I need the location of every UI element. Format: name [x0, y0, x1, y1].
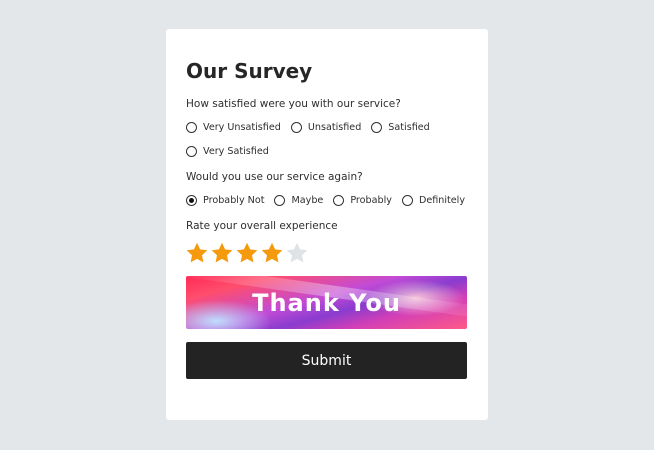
option-satisfied[interactable]: Satisfied: [371, 120, 430, 134]
option-very-unsatisfied[interactable]: Very Unsatisfied: [186, 120, 281, 134]
option-probably-not[interactable]: Probably Not: [186, 193, 264, 207]
option-label: Very Satisfied: [203, 145, 269, 157]
use-again-options: Probably Not Maybe Probably Definitely: [186, 193, 468, 207]
star-filled-icon[interactable]: [260, 241, 284, 265]
radio-probably-not[interactable]: [186, 194, 197, 206]
option-label: Definitely: [418, 194, 466, 206]
option-label: Maybe: [291, 194, 324, 206]
option-label: Probably Not: [203, 194, 265, 206]
star-filled-icon[interactable]: [235, 241, 259, 265]
star-filled-icon[interactable]: [185, 241, 209, 265]
option-probably[interactable]: Probably: [333, 193, 392, 207]
survey-title: Our Survey: [186, 59, 313, 83]
option-label: Satisfied: [388, 121, 430, 133]
option-label: Very Unsatisfied: [203, 121, 281, 133]
radio-very-satisfied[interactable]: [186, 145, 197, 157]
option-very-satisfied[interactable]: Very Satisfied: [186, 144, 269, 158]
radio-definitely[interactable]: [401, 194, 413, 206]
question-use-again: Would you use our service again?: [186, 171, 363, 183]
radio-unsatisfied[interactable]: [290, 121, 302, 133]
question-satisfaction: How satisfied were you with our service?: [186, 98, 401, 110]
rating-label: Rate your overall experience: [186, 220, 338, 232]
option-unsatisfied[interactable]: Unsatisfied: [290, 120, 362, 134]
option-label: Probably: [350, 194, 392, 206]
option-definitely[interactable]: Definitely: [401, 193, 466, 207]
radio-very-unsatisfied[interactable]: [186, 121, 197, 133]
option-maybe[interactable]: Maybe: [274, 193, 323, 207]
thank-you-banner: Thank You: [186, 276, 467, 329]
banner-text: Thank You: [252, 289, 401, 317]
satisfaction-options: Very Unsatisfied Unsatisfied Satisfied V…: [186, 120, 468, 158]
survey-card: Our Survey How satisfied were you with o…: [166, 29, 488, 420]
submit-button[interactable]: Submit: [186, 342, 467, 379]
radio-probably[interactable]: [333, 194, 345, 206]
star-rating: [185, 241, 468, 265]
radio-maybe[interactable]: [274, 194, 286, 206]
option-label: Unsatisfied: [307, 121, 362, 133]
radio-satisfied[interactable]: [371, 121, 383, 133]
star-filled-icon[interactable]: [210, 241, 234, 265]
star-empty-icon[interactable]: [285, 241, 309, 265]
